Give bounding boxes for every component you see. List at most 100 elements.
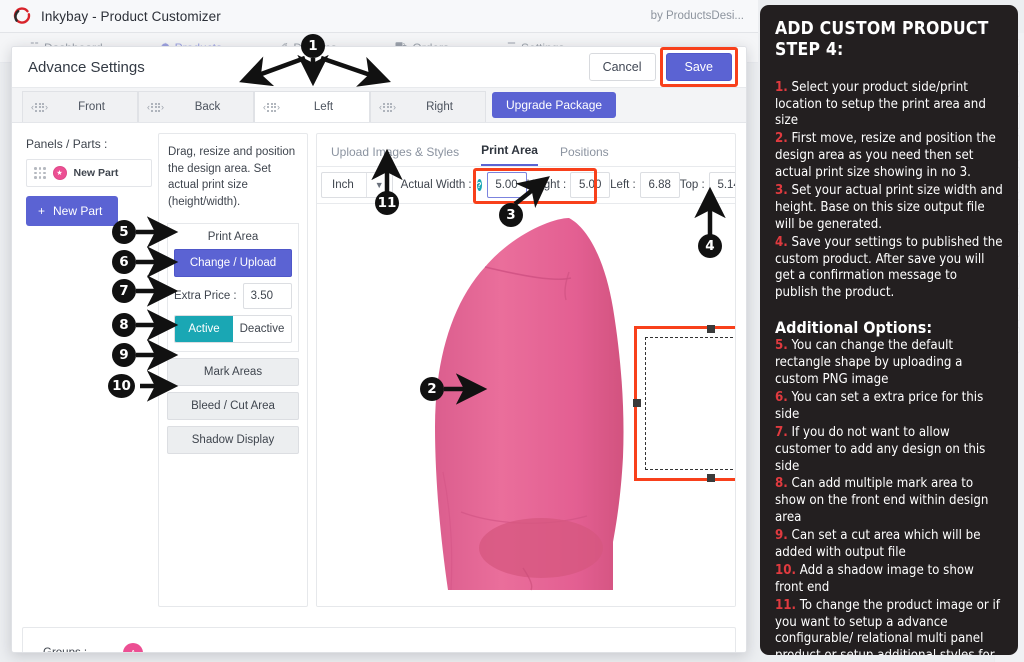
height-input[interactable] xyxy=(570,172,611,198)
guide-additional-5: 5. You can change the default rectangle … xyxy=(775,338,1003,389)
side-tab-back[interactable]: ‹ › Back xyxy=(138,91,254,122)
deactive-option[interactable]: Deactive xyxy=(233,315,291,342)
canvas-tabbar: Upload Images & Styles Print Area Positi… xyxy=(317,134,735,166)
guide-step-4-num: 4. xyxy=(775,234,788,250)
guide-additional-8: 8. Can add multiple mark area to show on… xyxy=(775,476,1003,527)
resize-handle-top[interactable] xyxy=(707,325,715,333)
guide-step-2-num: 2. xyxy=(775,131,788,147)
callout-5: 5 xyxy=(112,220,136,244)
cancel-button[interactable]: Cancel xyxy=(588,53,656,81)
resize-handle-left[interactable] xyxy=(633,399,641,407)
extra-price-label: Extra Price : xyxy=(174,289,237,302)
guide-step-1-num: 1. xyxy=(775,79,788,95)
guide-step-2: 2. First move, resize and position the d… xyxy=(775,131,1003,182)
extra-price-input[interactable] xyxy=(242,282,292,309)
new-part-button[interactable]: + New Part xyxy=(26,196,119,226)
guide-step-4: 4. Save your settings to published the c… xyxy=(775,235,1003,303)
modal-header: Advance Settings Cancel Save xyxy=(12,47,746,88)
app-title: Inkybay - Product Customizer xyxy=(41,8,221,24)
mark-areas-button[interactable]: Mark Areas xyxy=(167,357,299,386)
side-tab-label: Right xyxy=(426,101,453,113)
callout-10: 10 xyxy=(108,374,135,398)
save-button[interactable]: Save xyxy=(665,53,732,81)
guide-additional-9: 9. Can set a cut area which will be adde… xyxy=(775,528,1003,562)
guide-additional-11-text: To change the product image or if you wa… xyxy=(775,597,1000,655)
part-name-label: New Part xyxy=(73,167,119,179)
app-header: Inkybay - Product Customizer by Products… xyxy=(0,0,758,33)
extra-tools-group: Mark Areas Bleed / Cut Area Shadow Displ… xyxy=(167,357,299,454)
print-area-selection[interactable] xyxy=(633,325,735,482)
bleed-cut-area-button[interactable]: Bleed / Cut Area xyxy=(167,391,299,420)
part-list-item[interactable]: ★ New Part xyxy=(26,159,152,187)
callout-2: 2 xyxy=(420,377,444,401)
callout-8: 8 xyxy=(112,313,136,337)
top-label: Top : xyxy=(679,179,705,191)
guide-additional-5-text: You can change the default rectangle sha… xyxy=(775,338,963,388)
groups-section: Groups : A xyxy=(22,627,736,653)
drag-handle-icon[interactable]: ‹ › xyxy=(379,102,396,112)
active-state-toggle: Active Deactive xyxy=(174,314,292,343)
tab-positions[interactable]: Positions xyxy=(560,145,609,166)
print-area-inner xyxy=(645,337,735,470)
drag-handle-icon[interactable]: ‹ › xyxy=(263,102,280,112)
side-tab-label: Back xyxy=(194,101,221,113)
top-input[interactable] xyxy=(708,172,735,198)
active-option[interactable]: Active xyxy=(175,315,233,342)
inkybay-logo-icon xyxy=(12,6,32,26)
height-label: Height : xyxy=(526,179,567,191)
tab-upload-images-styles[interactable]: Upload Images & Styles xyxy=(331,145,459,166)
extra-price-row: Extra Price : xyxy=(174,282,292,309)
guide-additional-9-text: Can set a cut area which will be added w… xyxy=(775,528,981,560)
page-title: Advance Settings xyxy=(28,58,145,76)
guide-additional-10-num: 10. xyxy=(775,562,797,578)
upgrade-package-button[interactable]: Upgrade Package xyxy=(492,92,617,118)
shadow-display-button[interactable]: Shadow Display xyxy=(167,425,299,454)
group-chip-a[interactable]: A xyxy=(123,643,144,652)
unit-value: Inch xyxy=(332,179,354,191)
guide-additional-11: 11. To change the product image or if yo… xyxy=(775,598,1003,655)
modal-actions: Cancel Save xyxy=(588,47,738,87)
guide-additional-6-num: 6. xyxy=(775,389,788,405)
side-tab-right[interactable]: ‹ › Right xyxy=(370,91,486,122)
actual-width-label: Actual Width : xyxy=(400,179,472,191)
save-button-wrap: Save xyxy=(659,47,738,87)
side-tab-front[interactable]: ‹ › Front xyxy=(22,91,138,122)
part-color-swatch: ★ xyxy=(52,166,67,180)
guide-additional-10-text: Add a shadow image to show front end xyxy=(775,562,974,595)
guide-additional-7: 7. If you do not want to allow customer … xyxy=(775,425,1003,476)
guide-additional-6-text: You can set a extra price for this side xyxy=(775,389,984,422)
callout-1: 1 xyxy=(301,34,325,58)
left-label: Left : xyxy=(610,179,636,191)
guide-additional-6: 6. You can set a extra price for this si… xyxy=(775,390,1003,424)
question-mark-icon[interactable]: ? xyxy=(476,179,482,191)
guide-step-2-text: First move, resize and position the desi… xyxy=(775,131,996,181)
side-tab-left[interactable]: ‹ › Left xyxy=(254,91,370,122)
product-sides-tabbar: ‹ › Front ‹ › Back ‹ › Left ‹ › Right Upgrad… xyxy=(12,88,746,123)
product-preview-stage xyxy=(317,204,735,606)
side-tab-label: Front xyxy=(78,101,105,113)
guide-step-3-num: 3. xyxy=(775,183,788,199)
print-area-group: Print Area Change / Upload Extra Price :… xyxy=(167,222,299,352)
drag-handle-icon[interactable] xyxy=(34,167,46,179)
guide-title: ADD CUSTOM PRODUCT STEP 4: xyxy=(775,19,1003,62)
left-input[interactable] xyxy=(639,172,680,198)
resize-handle-bottom[interactable] xyxy=(707,474,715,482)
drag-handle-icon[interactable]: ‹ › xyxy=(147,102,164,112)
guide-step-1: 1. Select your product side/print locati… xyxy=(775,80,1003,131)
guide-additional-11-num: 11. xyxy=(775,597,797,613)
guide-additional-8-text: Can add multiple mark area to show on th… xyxy=(775,476,989,526)
groups-label: Groups : xyxy=(43,647,88,653)
product-tshirt-left-side-image xyxy=(435,218,624,591)
guide-title-line1: ADD CUSTOM PRODUCT xyxy=(775,19,989,39)
tab-print-area[interactable]: Print Area xyxy=(481,143,538,166)
actual-width-input[interactable] xyxy=(486,172,527,198)
guide-additional-5-num: 5. xyxy=(775,338,788,354)
callout-11: 11 xyxy=(375,191,399,215)
guide-additional-title: Additional Options: xyxy=(775,318,933,338)
guide-additional-10: 10. Add a shadow image to show front end xyxy=(775,563,1003,597)
guide-step-1-text: Select your product side/print location … xyxy=(775,79,986,129)
drag-handle-icon[interactable]: ‹ › xyxy=(31,102,48,112)
change-upload-button[interactable]: Change / Upload xyxy=(174,248,292,277)
tools-hint-text: Drag, resize and position the design are… xyxy=(168,146,296,209)
guide-step-3-text: Set your actual print size width and hei… xyxy=(775,183,1003,232)
